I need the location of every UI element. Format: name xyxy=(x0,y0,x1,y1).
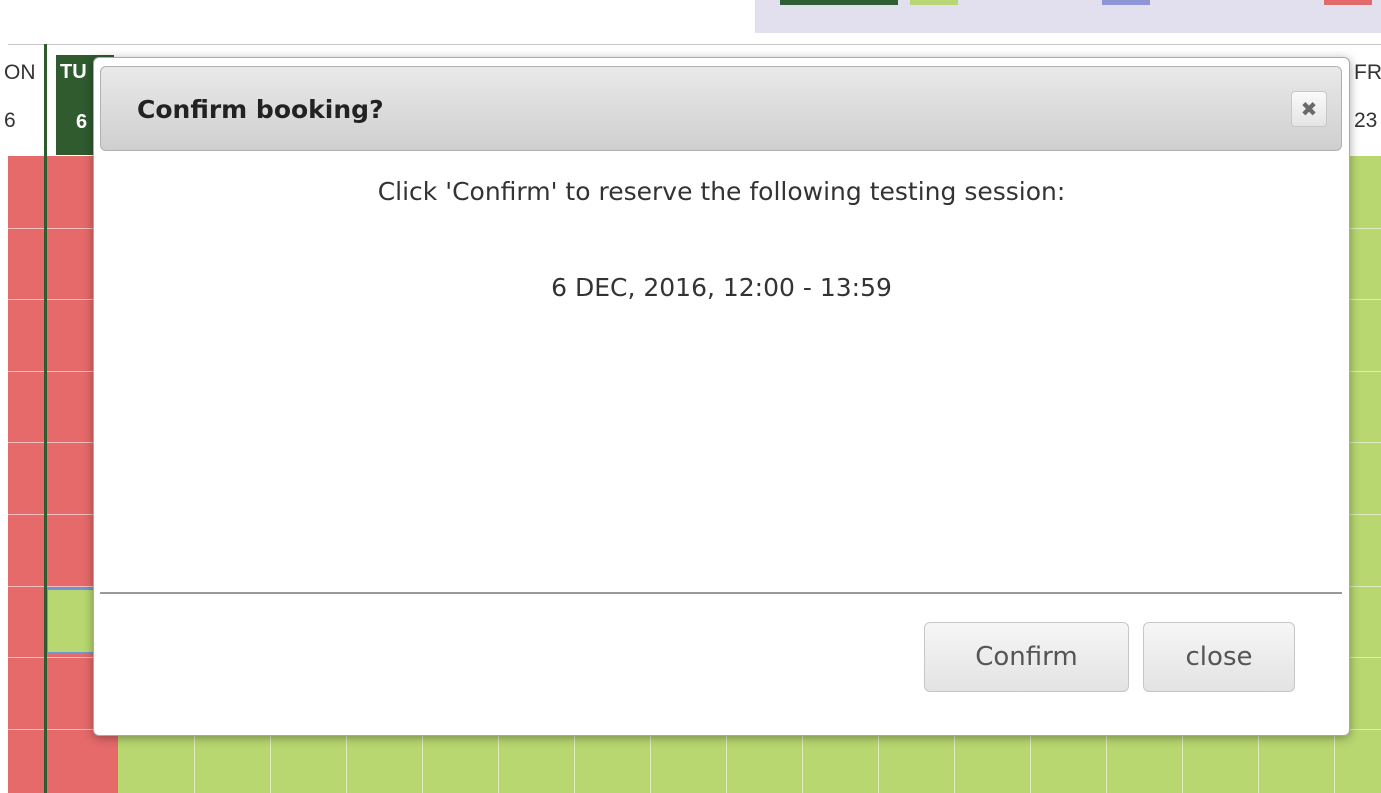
confirm-booking-dialog: Confirm booking? ✖ Click 'Confirm' to re… xyxy=(93,57,1350,736)
legend-selected-swatch xyxy=(1102,0,1150,5)
today-day-label: TU xyxy=(60,61,87,83)
legend-booked-swatch xyxy=(1324,0,1372,5)
date-header-mon: 6 xyxy=(4,109,16,132)
today-column-marker xyxy=(44,44,47,793)
today-date-label: 6 xyxy=(76,111,88,133)
dialog-title: Confirm booking? xyxy=(137,95,384,124)
close-icon[interactable]: ✖ xyxy=(1291,91,1327,127)
session-datetime: 6 DEC, 2016, 12:00 - 13:59 xyxy=(551,273,892,302)
dialog-message: Click 'Confirm' to reserve the following… xyxy=(377,177,1066,206)
close-button[interactable]: close xyxy=(1143,622,1295,692)
dialog-header: Confirm booking? ✖ xyxy=(100,66,1342,151)
day-header-mon: ON xyxy=(4,61,36,84)
legend-today-swatch xyxy=(780,0,898,5)
day-header-fri: FR xyxy=(1354,61,1381,84)
dialog-footer-divider xyxy=(100,592,1342,594)
booking-page: ON 6 TU 6 FR 23 Confirm booking? ✖ Click… xyxy=(0,0,1381,793)
confirm-button[interactable]: Confirm xyxy=(924,622,1129,692)
legend-available-swatch xyxy=(910,0,958,5)
date-header-fri: 23 xyxy=(1354,109,1378,132)
